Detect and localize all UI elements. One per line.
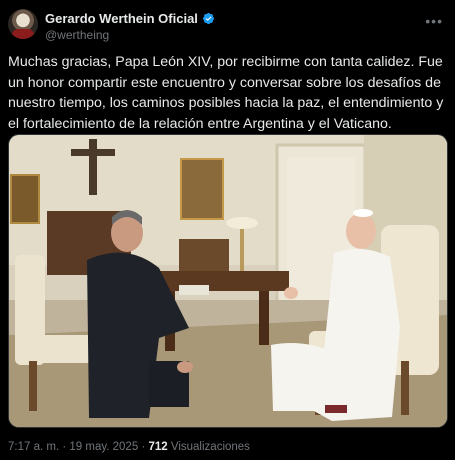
meta-separator: · (62, 441, 67, 453)
verified-badge-icon (202, 12, 214, 25)
tweet-text: Muchas gracias, Papa León XIV, por recib… (8, 54, 444, 132)
tweet-meta: 7:17 a. m. · 19 may. 2025 · 712 Visualiz… (8, 441, 250, 453)
views-count: 712 (148, 441, 168, 453)
more-options-icon[interactable]: ••• (425, 13, 443, 29)
tweet-date[interactable]: 19 may. 2025 (69, 441, 138, 453)
author-handle[interactable]: @wertheing (45, 28, 109, 42)
tweet-photo[interactable] (8, 134, 448, 428)
author-name-row: Gerardo Werthein Oficial (45, 11, 215, 26)
views-label[interactable]: Visualizaciones (171, 441, 250, 453)
tweet-header: Gerardo Werthein Oficial @wertheing ••• (8, 9, 447, 43)
avatar[interactable] (8, 9, 38, 39)
meta-separator: · (141, 441, 146, 453)
photo-meeting-image (9, 135, 447, 427)
tweet-time[interactable]: 7:17 a. m. (8, 441, 59, 453)
author-display-name[interactable]: Gerardo Werthein Oficial (45, 11, 198, 26)
